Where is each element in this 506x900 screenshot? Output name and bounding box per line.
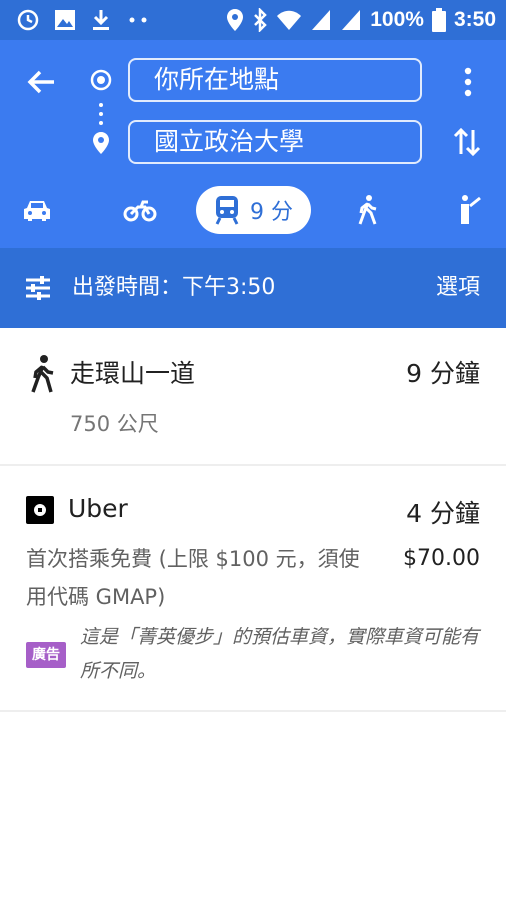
uber-route-title: Uber xyxy=(68,494,128,523)
route-markers xyxy=(86,68,116,168)
uber-logo-icon xyxy=(26,496,54,524)
uber-price: $70.00 xyxy=(403,546,480,571)
tab-walking[interactable] xyxy=(354,188,382,232)
walk-icon xyxy=(28,354,58,394)
travel-mode-tabs: 9 分 xyxy=(0,182,506,238)
status-bar-left xyxy=(16,6,150,34)
departure-bar: 出發時間：下午3:50 選項 xyxy=(0,248,506,328)
more-options-icon[interactable] xyxy=(456,62,480,102)
tab-driving[interactable] xyxy=(20,188,54,232)
signal-icon xyxy=(340,8,362,32)
route-card-walk[interactable]: 走環山一道 9 分鐘 750 公尺 xyxy=(0,328,506,464)
route-card-uber[interactable]: Uber 4 分鐘 首次搭乘免費 (上限 $100 元，須使用代碼 GMAP) … xyxy=(0,466,506,710)
signal-icon xyxy=(310,8,332,32)
tab-ride-hail[interactable] xyxy=(454,188,484,232)
walk-route-distance: 750 公尺 xyxy=(70,412,159,436)
walk-route-duration: 9 分鐘 xyxy=(406,359,480,388)
ride-hail-icon xyxy=(455,194,483,226)
sliders-icon[interactable] xyxy=(24,274,52,302)
transit-icon xyxy=(214,195,240,225)
sync-icon xyxy=(16,8,40,32)
directions-header: 你所在地點 國立政治大學 9 分 xyxy=(0,40,506,248)
status-bar: 100% 3:50 xyxy=(0,0,506,40)
more-dots-icon xyxy=(126,15,150,25)
location-icon xyxy=(226,8,244,32)
wifi-icon xyxy=(276,8,302,32)
destination-field[interactable]: 國立政治大學 xyxy=(128,120,422,164)
ad-badge: 廣告 xyxy=(26,642,66,668)
battery-icon xyxy=(431,8,446,32)
swap-directions-icon[interactable] xyxy=(450,122,484,162)
walk-route-title: 走環山一道 xyxy=(70,359,196,388)
back-arrow-icon[interactable] xyxy=(22,62,62,102)
destination-pin-icon xyxy=(93,132,109,154)
car-icon xyxy=(22,197,52,223)
fare-disclaimer: 這是「菁英優步」的預估車資，實際車資可能有所不同。 xyxy=(80,626,480,682)
divider xyxy=(0,710,506,712)
clock: 3:50 xyxy=(453,8,496,31)
uber-promo-description: 首次搭乘免費 (上限 $100 元，須使用代碼 GMAP) xyxy=(26,547,360,609)
origin-field[interactable]: 你所在地點 xyxy=(128,58,422,102)
transit-duration: 9 分 xyxy=(250,200,293,225)
motorcycle-icon xyxy=(123,197,157,223)
walk-icon xyxy=(356,194,380,226)
image-icon xyxy=(54,9,76,31)
bluetooth-icon xyxy=(252,8,268,32)
tab-motorcycle[interactable] xyxy=(122,188,158,232)
uber-route-duration: 4 分鐘 xyxy=(406,499,480,528)
status-bar-right: 100% 3:50 xyxy=(226,6,496,34)
download-icon xyxy=(90,8,112,32)
departure-time[interactable]: 出發時間：下午3:50 xyxy=(72,272,275,304)
origin-marker-icon xyxy=(90,69,112,91)
tab-transit[interactable]: 9 分 xyxy=(196,186,311,234)
battery-percent: 100% xyxy=(370,8,424,31)
options-button[interactable]: 選項 xyxy=(436,272,480,304)
